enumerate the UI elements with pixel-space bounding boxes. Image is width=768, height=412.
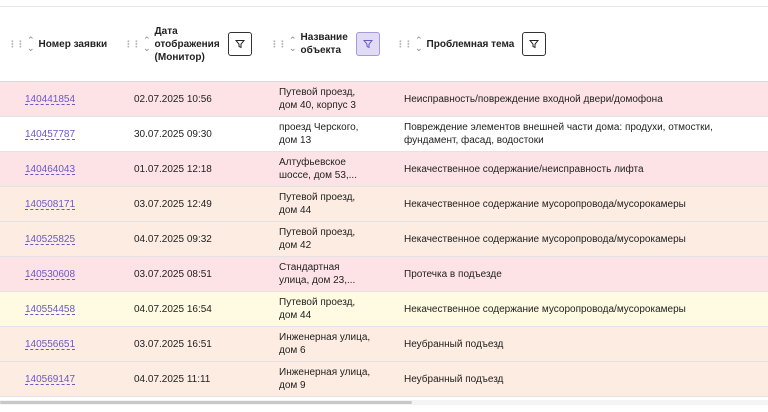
display-date: 04.07.2025 11:11 [134, 373, 211, 385]
drag-handle-icon[interactable]: ⋮⋮ [8, 38, 25, 51]
filter-button-date[interactable] [227, 32, 252, 56]
problem-topic: Некачественное содержание мусоропровода/… [404, 198, 686, 210]
drag-handle-icon[interactable]: ⋮⋮ [270, 38, 287, 51]
display-date: 03.07.2025 12:49 [134, 198, 212, 210]
object-name: Инженерная улица, дом 6 [279, 332, 371, 356]
drag-handle-icon[interactable]: ⋮⋮ [396, 38, 413, 51]
column-header-object[interactable]: ⋮⋮ ⌃ ⌄ Название объекта [270, 7, 380, 81]
object-name: Инженерная улица, дом 9 [279, 367, 371, 391]
table-row[interactable]: 140554458 04.07.2025 16:54 Путевой проез… [0, 292, 768, 327]
problem-topic: Некачественное содержание мусоропровода/… [404, 303, 686, 315]
object-name: Путевой проезд, дом 44 [279, 297, 356, 321]
display-date: 02.07.2025 10:56 [134, 93, 212, 105]
column-header-number-label: Номер заявки [38, 38, 108, 50]
table-row[interactable]: 140525825 04.07.2025 09:32 Путевой проез… [0, 222, 768, 257]
object-name: Путевой проезд, дом 40, корпус 3 [279, 87, 356, 111]
request-number-link[interactable]: 140569147 [25, 373, 75, 386]
horizontal-scrollbar-thumb[interactable] [0, 401, 412, 404]
request-number-link[interactable]: 140441854 [25, 93, 75, 106]
column-header-object-label: Название объекта [300, 32, 348, 56]
problem-topic: Неубранный подъезд [404, 373, 504, 385]
filter-icon [529, 40, 540, 49]
object-name: Путевой проезд, дом 44 [279, 192, 356, 216]
column-header-date-label: Дата отображения (Монитор) [154, 25, 220, 63]
column-header-date[interactable]: ⋮⋮ ⌃ ⌄ Дата отображения (Монитор) [124, 7, 252, 81]
display-date: 03.07.2025 08:51 [134, 268, 212, 280]
table-body: 140441854 02.07.2025 10:56 Путевой проез… [0, 82, 768, 397]
request-number-link[interactable]: 140457787 [25, 128, 75, 141]
request-number-link[interactable]: 140556651 [25, 338, 75, 351]
display-date: 30.07.2025 09:30 [134, 128, 212, 140]
table-row[interactable]: 140508171 03.07.2025 12:49 Путевой проез… [0, 187, 768, 222]
object-name: Алтуфьевское шоссе, дом 53,... [279, 157, 357, 181]
request-number-link[interactable]: 140525825 [25, 233, 75, 246]
request-number-link[interactable]: 140554458 [25, 303, 75, 316]
display-date: 01.07.2025 12:18 [134, 163, 212, 175]
problem-topic: Некачественное содержание/неисправность … [404, 163, 644, 175]
table-row[interactable]: 140441854 02.07.2025 10:56 Путевой проез… [0, 82, 768, 117]
filter-icon [362, 40, 373, 49]
object-name: Стандартная улица, дом 23,... [279, 262, 356, 286]
object-name: проезд Черского, дом 13 [279, 122, 359, 146]
filter-button-object[interactable] [355, 32, 380, 56]
table-row[interactable]: 140569147 04.07.2025 11:11 Инженерная ул… [0, 362, 768, 397]
request-number-link[interactable]: 140508171 [25, 198, 75, 211]
drag-handle-icon[interactable]: ⋮⋮ [124, 38, 141, 51]
table-row[interactable]: 140457787 30.07.2025 09:30 проезд Черско… [0, 117, 768, 152]
table-row[interactable]: 140556651 03.07.2025 16:51 Инженерная ул… [0, 327, 768, 362]
request-number-link[interactable]: 140464043 [25, 163, 75, 176]
display-date: 04.07.2025 16:54 [134, 303, 212, 315]
column-header-topic-label: Проблемная тема [426, 38, 515, 50]
column-header-number[interactable]: ⋮⋮ ⌃ ⌄ Номер заявки [8, 7, 107, 81]
object-name: Путевой проезд, дом 42 [279, 227, 356, 251]
filter-button-topic[interactable] [522, 32, 547, 56]
column-header-topic[interactable]: ⋮⋮ ⌃ ⌄ Проблемная тема [396, 7, 547, 81]
sort-icon[interactable]: ⌃ ⌄ [143, 36, 151, 53]
problem-topic: Неубранный подъезд [404, 338, 504, 350]
table-header: ⋮⋮ ⌃ ⌄ Номер заявки ⋮⋮ ⌃ ⌄ Дата отображени… [0, 7, 768, 82]
request-number-link[interactable]: 140530608 [25, 268, 75, 281]
table-row[interactable]: 140530608 03.07.2025 08:51 Стандартная ул… [0, 257, 768, 292]
display-date: 03.07.2025 16:51 [134, 338, 212, 350]
problem-topic: Протечка в подъезде [404, 268, 502, 280]
display-date: 04.07.2025 09:32 [134, 233, 212, 245]
sort-icon[interactable]: ⌃ ⌄ [415, 36, 423, 53]
table-row[interactable]: 140464043 01.07.2025 12:18 Алтуфьевское ш… [0, 152, 768, 187]
sort-icon[interactable]: ⌃ ⌄ [27, 36, 35, 53]
problem-topic: Некачественное содержание мусоропровода/… [404, 233, 686, 245]
sort-icon[interactable]: ⌃ ⌄ [289, 36, 297, 53]
problem-topic: Повреждение элементов внешней части дома… [404, 122, 713, 146]
filter-icon [234, 40, 245, 49]
problem-topic: Неисправность/повреждение входной двери/… [404, 93, 663, 105]
